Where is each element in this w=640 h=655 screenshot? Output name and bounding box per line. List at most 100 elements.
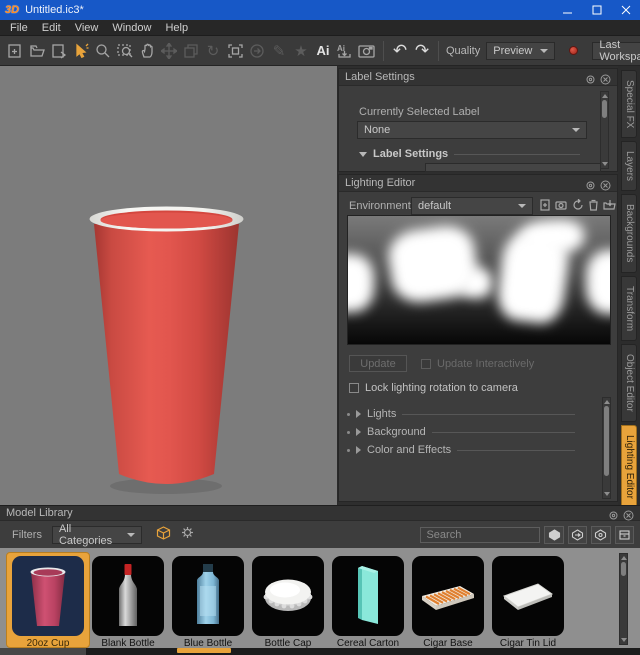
- render-environment-icon[interactable]: [555, 198, 568, 211]
- fit-view-icon[interactable]: [224, 39, 246, 63]
- update-interactively-label: Update Interactively: [437, 358, 534, 370]
- cereal-carton-thumbnail-image: [332, 556, 404, 636]
- panel-settings-icon[interactable]: [608, 508, 619, 519]
- red-cup-model[interactable]: [0, 66, 338, 505]
- chevron-down-icon: [127, 533, 135, 537]
- lights-section[interactable]: Lights: [339, 405, 589, 423]
- section-label: Background: [367, 426, 426, 438]
- undo-icon[interactable]: ↶: [389, 39, 411, 63]
- open-file-icon[interactable]: [26, 39, 48, 63]
- snapshot-camera-icon[interactable]: [356, 39, 378, 63]
- model-tile-blank-bottle[interactable]: [92, 556, 164, 636]
- rotate-tool-icon: ↻: [202, 39, 224, 63]
- search-input[interactable]: [420, 527, 540, 543]
- package-icon[interactable]: [544, 526, 563, 544]
- duplicate-icon: [180, 39, 202, 63]
- adobe-illustrator-icon[interactable]: Ai: [312, 39, 334, 63]
- panel-close-icon[interactable]: [623, 508, 634, 519]
- minimize-icon: [563, 5, 573, 15]
- maximize-icon: [592, 5, 602, 15]
- tab-layers[interactable]: Layers: [621, 141, 637, 191]
- maximize-button[interactable]: [582, 0, 611, 20]
- label-settings-header[interactable]: Label Settings: [339, 69, 617, 86]
- minimize-button[interactable]: [553, 0, 582, 20]
- import-environment-icon[interactable]: [603, 198, 616, 211]
- zoom-region-icon[interactable]: [114, 39, 136, 63]
- lock-lighting-checkbox[interactable]: [349, 383, 359, 393]
- model-library-header[interactable]: Model Library: [0, 505, 640, 521]
- scrollbar-thumb[interactable]: [177, 648, 231, 653]
- horizontal-scrollbar[interactable]: [0, 648, 640, 655]
- save-document-icon[interactable]: [48, 39, 70, 63]
- package-import-icon[interactable]: [568, 526, 587, 544]
- panel-settings-icon[interactable]: [585, 72, 596, 83]
- bottle-cap-thumbnail-image: [252, 556, 324, 636]
- close-icon: [621, 5, 631, 15]
- new-environment-icon[interactable]: [539, 198, 552, 211]
- model-tile-blue-bottle[interactable]: [172, 556, 244, 636]
- label-settings-scrollbar[interactable]: [600, 91, 609, 169]
- model-tile-cigar-tin-lid[interactable]: [492, 556, 564, 636]
- refresh-icon[interactable]: [571, 198, 584, 211]
- illustrator-import-icon[interactable]: Ai: [334, 39, 356, 63]
- tab-lighting-editor[interactable]: Lighting Editor: [621, 425, 637, 509]
- selected-label-dropdown[interactable]: None: [357, 121, 587, 139]
- panel-title: Model Library: [6, 507, 608, 519]
- menu-file[interactable]: File: [4, 22, 34, 34]
- category-dropdown[interactable]: All Categories: [52, 526, 143, 544]
- selected-label-value: None: [364, 124, 390, 136]
- redo-icon[interactable]: ↷: [411, 39, 433, 63]
- menu-view[interactable]: View: [69, 22, 105, 34]
- package-archive-icon[interactable]: [615, 526, 634, 544]
- cup-thumbnail-image: [12, 556, 84, 636]
- environment-dropdown[interactable]: default: [411, 197, 533, 215]
- section-label: Color and Effects: [367, 444, 451, 456]
- blue-bottle-thumbnail-image: [172, 556, 244, 636]
- menu-window[interactable]: Window: [106, 22, 157, 34]
- render-status-indicator: [569, 46, 578, 55]
- menu-edit[interactable]: Edit: [36, 22, 67, 34]
- chevron-down-icon: [572, 128, 580, 132]
- bottle-thumbnail-image: [92, 556, 164, 636]
- thumbnail-strip-scrollbar[interactable]: [619, 553, 628, 645]
- select-tool-icon[interactable]: [70, 39, 92, 63]
- background-section[interactable]: Background: [339, 423, 589, 441]
- cigar-tin-lid-thumbnail-image: [492, 556, 564, 636]
- close-button[interactable]: [611, 0, 640, 20]
- environment-map-preview[interactable]: [347, 215, 611, 345]
- delete-icon[interactable]: [587, 198, 600, 211]
- panel-close-icon[interactable]: [600, 72, 611, 83]
- package-link-icon[interactable]: [591, 526, 610, 544]
- menu-bar: File Edit View Window Help: [0, 20, 640, 36]
- filters-label: Filters: [12, 529, 42, 541]
- model-tile-cigar-base[interactable]: [412, 556, 484, 636]
- lighting-editor-scrollbar[interactable]: [602, 397, 611, 499]
- tab-special-fx[interactable]: Special FX: [621, 70, 637, 138]
- tab-object-editor[interactable]: Object Editor: [621, 344, 637, 422]
- update-interactively-checkbox: [421, 359, 431, 369]
- color-effects-section[interactable]: Color and Effects: [339, 441, 589, 459]
- panel-settings-icon[interactable]: [585, 178, 596, 189]
- label-settings-section[interactable]: Label Settings: [359, 145, 594, 163]
- tab-transform[interactable]: Transform: [621, 276, 637, 341]
- quality-dropdown[interactable]: Preview: [486, 42, 555, 60]
- section-label: Label Settings: [373, 148, 448, 160]
- pan-tool-icon[interactable]: [136, 39, 158, 63]
- menu-help[interactable]: Help: [159, 22, 194, 34]
- workspace-dropdown[interactable]: Last Workspace: [592, 42, 640, 60]
- panel-close-icon[interactable]: [600, 178, 611, 189]
- materials-filter-icon[interactable]: [181, 526, 194, 544]
- section-label: Lights: [367, 408, 396, 420]
- model-tile-cereal-carton[interactable]: [332, 556, 404, 636]
- models-filter-icon[interactable]: [156, 526, 171, 545]
- new-document-icon[interactable]: [4, 39, 26, 63]
- model-tile-cup[interactable]: [12, 556, 84, 636]
- model-tile-bottle-cap[interactable]: [252, 556, 324, 636]
- collapse-triangle-icon: [359, 152, 367, 157]
- tab-backgrounds[interactable]: Backgrounds: [621, 194, 637, 272]
- zoom-tool-icon[interactable]: [92, 39, 114, 63]
- workspace-value: Last Workspace: [599, 39, 640, 63]
- viewport-3d[interactable]: [0, 66, 338, 505]
- lighting-editor-header[interactable]: Lighting Editor: [339, 175, 617, 192]
- svg-text:Ai: Ai: [337, 44, 345, 53]
